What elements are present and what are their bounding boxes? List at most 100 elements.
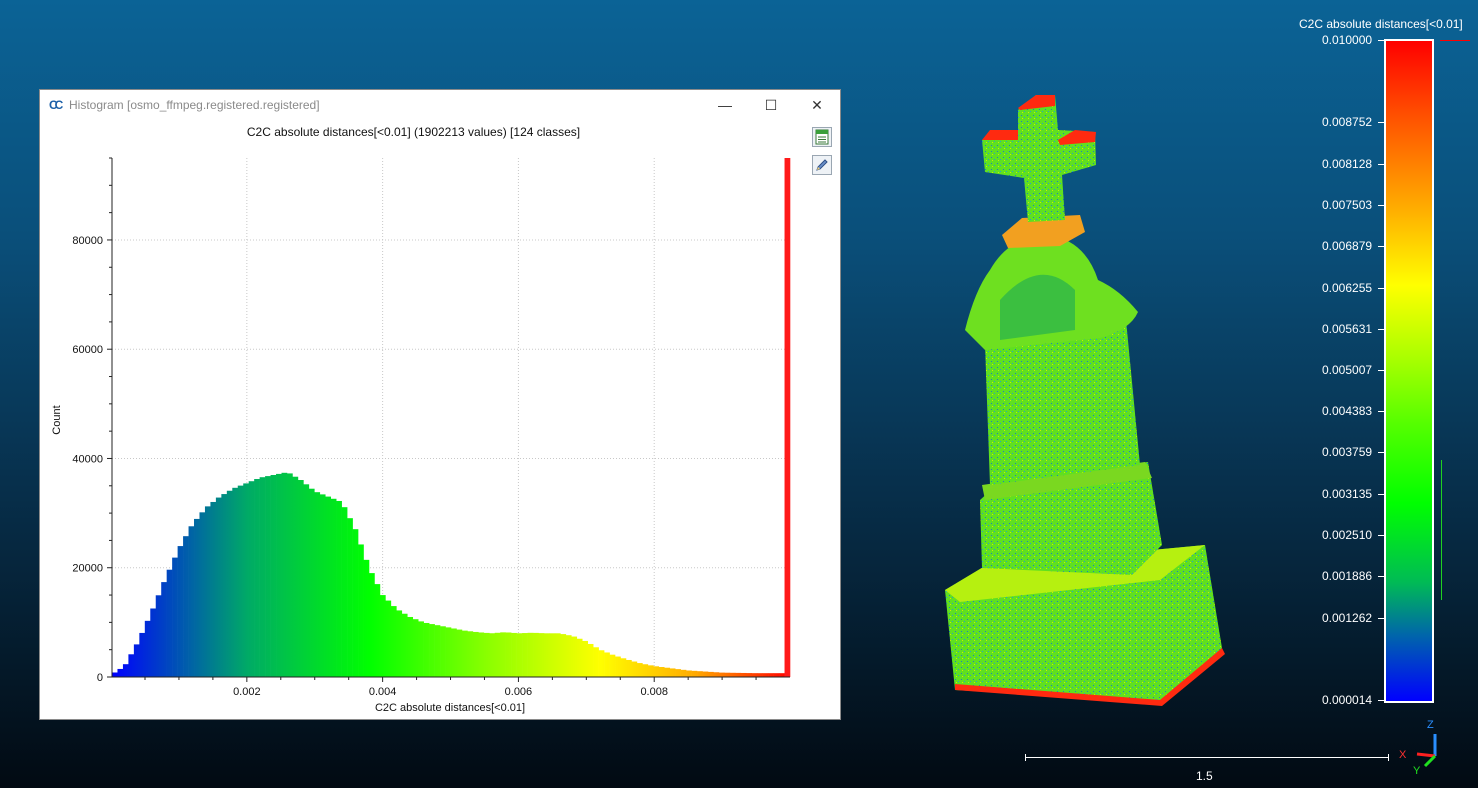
colorbar-tick [1378, 40, 1384, 41]
histogram-bar [527, 632, 534, 677]
histogram-bar [598, 650, 605, 677]
histogram-bar [308, 488, 315, 677]
histogram-bar [292, 476, 299, 677]
histogram-bar [631, 661, 638, 677]
histogram-bar [347, 518, 353, 677]
colorbar-tick [1378, 700, 1384, 701]
colorbar-tick [1378, 122, 1384, 124]
histogram-bar [757, 673, 763, 677]
histogram-bar [396, 610, 403, 677]
histogram-bar [379, 595, 386, 677]
histogram-bar [177, 546, 184, 677]
histogram-bar [330, 498, 337, 677]
x-axis-label: C2C absolute distances[<0.01] [375, 702, 525, 714]
histogram-bar [133, 644, 140, 677]
histogram-bar [543, 633, 550, 677]
histogram-bar [319, 494, 326, 677]
colorbar-value-label: 0.002510 [1322, 528, 1373, 543]
histogram-bar [609, 654, 616, 677]
axis-z-label: Z [1427, 719, 1434, 731]
histogram-bar [511, 632, 517, 677]
histogram-bar [593, 647, 599, 677]
histogram-bar [478, 632, 485, 677]
histogram-bar [729, 672, 736, 677]
histogram-bar [352, 529, 359, 677]
histogram-bar [461, 630, 468, 677]
histogram-bar [472, 631, 479, 677]
histogram-bar [565, 635, 572, 677]
histogram-bar [697, 671, 703, 677]
x-tick-label: 0.002 [233, 686, 261, 698]
histogram-bar [259, 477, 266, 677]
histogram-bar [560, 634, 567, 677]
histogram-bar [199, 512, 206, 677]
histogram-bar [122, 664, 129, 677]
headstone-point-cloud[interactable] [945, 95, 1225, 706]
colorbar-tick [1378, 246, 1384, 248]
histogram-bar [554, 633, 561, 677]
scale-bar [1025, 757, 1389, 758]
histogram-bar [434, 625, 441, 677]
colorbar-value-label: 0.005631 [1322, 321, 1373, 336]
histogram-bar [751, 673, 758, 677]
colorbar-value-label: 0.008128 [1322, 156, 1373, 171]
histogram-bar [232, 487, 239, 677]
histogram-dialog[interactable]: CC Histogram [osmo_ffmpeg.registered.reg… [40, 90, 840, 719]
histogram-bar [112, 672, 118, 677]
histogram-bar [653, 666, 660, 677]
histogram-bar [549, 633, 556, 677]
colorbar-value-label: 0.007503 [1322, 198, 1373, 213]
histogram-bar [314, 492, 321, 677]
histogram-bar [451, 628, 457, 677]
histogram-bar [740, 672, 747, 677]
histogram-bar [374, 584, 381, 677]
histogram-bar [221, 494, 228, 677]
colorbar-value-label: 0.001886 [1322, 569, 1373, 584]
histogram-bar [363, 559, 370, 677]
histogram-bar [401, 613, 408, 677]
histogram-bar [724, 672, 731, 677]
histogram-bar [248, 481, 255, 677]
histogram-bar [161, 582, 167, 677]
histogram-bar [210, 501, 217, 677]
histogram-bar [762, 673, 769, 677]
colorbar-title: C2C absolute distances[<0.01] [1299, 17, 1463, 31]
histogram-bar [172, 557, 178, 677]
colorbar-value-label: 0.004383 [1322, 404, 1373, 419]
histogram-bar [265, 476, 271, 677]
histogram-bar [237, 485, 244, 677]
histogram-bar [604, 652, 610, 677]
colorbar-histogram-trace [1440, 40, 1470, 700]
histogram-bar [702, 671, 709, 677]
histogram-bar [423, 622, 430, 677]
histogram-bar [440, 626, 446, 677]
histogram-bar [746, 673, 753, 677]
histogram-bar [390, 606, 397, 677]
histogram-bar [368, 573, 375, 677]
histogram-bar [494, 632, 501, 677]
histogram-bar [735, 672, 742, 677]
histogram-bar [150, 608, 157, 677]
histogram-bar [538, 633, 545, 677]
histogram-bar [385, 600, 392, 677]
colorbar-tick [1378, 535, 1384, 537]
scale-bar-label: 1.5 [1196, 769, 1213, 783]
histogram-bar [713, 672, 720, 677]
histogram-bar [117, 668, 124, 677]
histogram-bar [516, 633, 523, 677]
scale-bar-right-tick [1388, 754, 1389, 761]
histogram-bar [686, 670, 692, 677]
histogram-bar [188, 526, 195, 677]
axes-gizmo: Z X Y [1399, 719, 1437, 777]
colorbar-tick [1378, 617, 1384, 619]
histogram-bar [675, 669, 681, 677]
y-tick-label: 40000 [72, 453, 103, 465]
colorbar-tick [1378, 370, 1384, 371]
histogram-bar [784, 158, 791, 677]
x-tick-label: 0.008 [640, 686, 668, 698]
y-tick-label: 80000 [72, 235, 103, 247]
histogram-bar [204, 506, 211, 677]
histogram-bar [489, 633, 496, 677]
histogram-bar [155, 595, 162, 677]
histogram-bar [407, 616, 414, 677]
